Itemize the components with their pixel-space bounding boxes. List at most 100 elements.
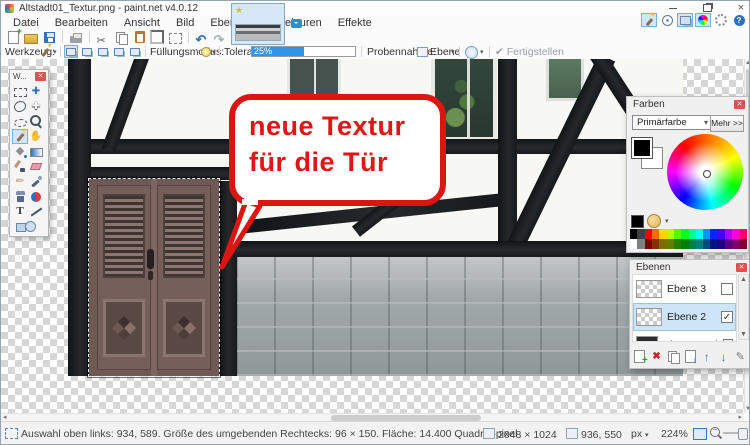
fill-mode-caret[interactable]: ▾ xyxy=(212,48,216,56)
color-wheel[interactable] xyxy=(667,134,743,210)
gradient-tool[interactable] xyxy=(28,144,44,159)
lasso-select-tool[interactable] xyxy=(12,99,28,114)
palette-swatch[interactable] xyxy=(717,239,726,249)
merge-layer-down-button[interactable]: ↓ xyxy=(683,350,697,365)
palette-swatch[interactable] xyxy=(681,229,689,239)
horizontal-scrollbar[interactable]: ◂ ▸ xyxy=(1,413,744,421)
menu-item-bild[interactable]: Bild xyxy=(170,17,200,29)
menu-item-ansicht[interactable]: Ansicht xyxy=(118,17,166,29)
color-picker-tool[interactable] xyxy=(28,174,44,189)
layer-row-ebene-3[interactable]: Ebene 3 xyxy=(633,275,736,303)
scroll-right-icon[interactable]: ▸ xyxy=(738,413,742,421)
palette-icon[interactable] xyxy=(647,214,661,228)
undo-button[interactable] xyxy=(194,30,210,45)
palette-swatch[interactable] xyxy=(681,239,689,249)
palette-swatch[interactable] xyxy=(651,229,660,239)
tools-panel-toggle[interactable] xyxy=(641,11,657,27)
palette-swatch[interactable] xyxy=(725,229,733,239)
palette-swatch[interactable] xyxy=(651,239,660,249)
zoom-out-icon[interactable]: − xyxy=(710,425,720,437)
layer-row-ebene-2[interactable]: Ebene 2 ✓ xyxy=(633,303,736,331)
palette-swatch[interactable] xyxy=(703,239,711,249)
selection-mode-intersect-button[interactable] xyxy=(112,45,126,58)
layers-panel-close-icon[interactable]: ✕ xyxy=(736,263,747,272)
move-selection-tool[interactable] xyxy=(28,99,44,114)
shapes-tool[interactable] xyxy=(12,219,44,234)
colors-panel-toggle[interactable] xyxy=(695,13,711,27)
delete-layer-button[interactable] xyxy=(650,350,664,364)
palette-caret-icon[interactable]: ▾ xyxy=(665,217,669,225)
palette-swatch[interactable] xyxy=(644,239,652,249)
palette-swatch[interactable] xyxy=(695,239,704,249)
menu-item-effekte[interactable]: Effekte xyxy=(332,17,378,29)
layer-properties-button[interactable] xyxy=(733,350,747,364)
layer-visibility-checkbox[interactable]: ✓ xyxy=(721,311,733,323)
colors-panel-close-icon[interactable]: ✕ xyxy=(734,100,745,109)
tolerance-slider[interactable]: 25% xyxy=(251,46,356,57)
copy-button[interactable] xyxy=(113,30,129,45)
palette-swatch[interactable] xyxy=(717,229,726,239)
sampling-caret[interactable]: ▾ xyxy=(451,48,455,56)
image-tab[interactable]: ★ xyxy=(231,3,285,45)
palette-swatch[interactable] xyxy=(739,239,747,249)
rect-select-tool[interactable] xyxy=(12,84,28,99)
selection-mode-add-button[interactable] xyxy=(80,45,94,58)
palette-swatch[interactable] xyxy=(739,229,747,239)
pencil-tool[interactable] xyxy=(12,174,28,189)
palette-swatch[interactable] xyxy=(659,229,667,239)
palette-swatch[interactable] xyxy=(637,239,645,249)
crop-to-selection-button[interactable] xyxy=(149,30,165,45)
new-button[interactable] xyxy=(5,26,22,45)
layers-panel-toggle[interactable] xyxy=(677,13,693,27)
palette-swatch[interactable] xyxy=(732,239,740,249)
line-curve-tool[interactable] xyxy=(28,204,44,219)
help-button[interactable]: ? xyxy=(731,13,747,27)
open-button[interactable] xyxy=(23,30,39,45)
antialias-caret[interactable]: ▾ xyxy=(480,48,484,56)
redo-button[interactable] xyxy=(212,30,228,45)
color-mode-select[interactable]: Primärfarbe xyxy=(632,115,712,130)
settings-button[interactable] xyxy=(713,13,729,27)
image-list-icon[interactable] xyxy=(291,19,302,28)
palette-swatch[interactable] xyxy=(637,229,645,239)
menu-item-bearbeiten[interactable]: Bearbeiten xyxy=(49,17,114,29)
palette-swatch[interactable] xyxy=(673,239,682,249)
zoom-slider-thumb[interactable] xyxy=(738,428,748,440)
magic-wand-tool[interactable] xyxy=(12,126,28,144)
tools-palette-close-icon[interactable]: ✕ xyxy=(35,72,46,81)
layers-scrollbar[interactable]: ▲ ▼ xyxy=(738,274,749,340)
color-wheel-selector[interactable] xyxy=(703,170,711,178)
palette-swatch[interactable] xyxy=(695,229,704,239)
scroll-up-icon[interactable]: ▲ xyxy=(745,60,749,66)
text-tool[interactable] xyxy=(12,204,28,219)
primary-color-swatch[interactable] xyxy=(631,137,653,159)
palette-swatch[interactable] xyxy=(673,229,682,239)
antialias-icon[interactable] xyxy=(465,46,478,59)
palette-swatch[interactable] xyxy=(710,239,718,249)
palette-swatch[interactable] xyxy=(644,229,652,239)
scroll-left-icon[interactable]: ◂ xyxy=(3,413,7,421)
move-layer-up-button[interactable] xyxy=(700,350,714,364)
finish-button[interactable]: ✔ Fertigstellen xyxy=(495,46,564,58)
more-button[interactable]: Mehr >> xyxy=(710,115,744,132)
duplicate-layer-button[interactable] xyxy=(666,350,681,364)
paint-bucket-tool[interactable] xyxy=(12,144,28,159)
print-button[interactable] xyxy=(68,30,84,45)
palette-swatch[interactable] xyxy=(666,239,674,249)
palette-swatch[interactable] xyxy=(630,229,638,239)
selection-mode-invert-button[interactable] xyxy=(128,45,142,58)
unit-select[interactable]: px ▾ xyxy=(631,428,649,440)
paintbrush-tool[interactable] xyxy=(12,159,28,174)
palette-swatch[interactable] xyxy=(688,239,696,249)
menu-item-datei[interactable]: Datei xyxy=(7,17,45,29)
palette-swatch[interactable] xyxy=(688,229,696,239)
palette-swatch[interactable] xyxy=(703,229,711,239)
history-panel-toggle[interactable] xyxy=(659,13,675,27)
selection-mode-replace-button[interactable] xyxy=(64,45,78,58)
move-layer-down-button[interactable] xyxy=(717,350,731,364)
layer-row-hintergrund[interactable]: Hintergrund ✓ xyxy=(633,331,736,341)
selection-mode-subtract-button[interactable] xyxy=(96,45,110,58)
clone-stamp-tool[interactable] xyxy=(12,189,28,204)
tool-dropdown-caret[interactable]: ▾ xyxy=(53,48,57,56)
eraser-tool[interactable] xyxy=(28,159,44,174)
